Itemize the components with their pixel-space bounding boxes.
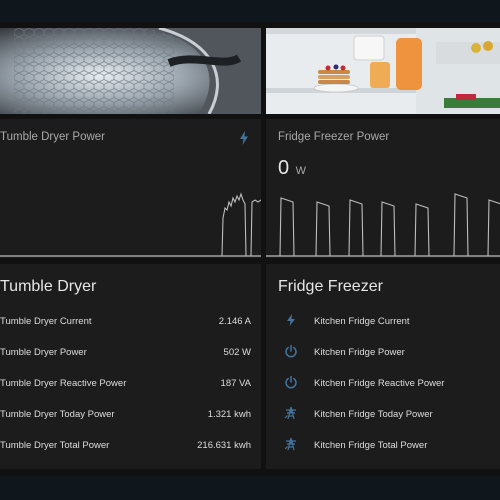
dryer-power-graph-card[interactable]: Tumble Dryer Power [0,119,261,258]
top-app-bar [0,0,500,22]
entity-row[interactable]: Kitchen Fridge Total Power [284,436,500,456]
entity-name: Tumble Dryer Reactive Power [0,378,127,389]
dryer-power-history-graph [0,192,261,257]
dryer-power-series [221,192,261,257]
entity-value: 216.631 kwh [197,440,251,451]
entity-row[interactable]: Kitchen Fridge Today Power [284,405,500,425]
entity-row[interactable]: Tumble Dryer Reactive Power 187 VA [0,374,251,394]
entity-row[interactable]: Kitchen Fridge Reactive Power [284,374,500,394]
entity-name: Tumble Dryer Power [0,347,87,358]
fridge-entities-card: Fridge Freezer Kitchen Fridge Current Ki… [266,264,500,469]
entity-value: 2.146 A [218,316,251,327]
dryer-drum-image [0,28,261,114]
transmission-tower-icon [284,406,296,420]
power-icon [285,344,297,358]
flash-icon [240,131,248,145]
entity-name: Tumble Dryer Current [0,316,92,327]
fridge-interior-image [266,28,500,114]
entity-name: Kitchen Fridge Today Power [314,409,433,420]
fridge-power-series [266,193,500,257]
entity-row[interactable]: Tumble Dryer Current 2.146 A [0,312,251,332]
card-title: Fridge Freezer Power [278,131,390,143]
card-title: Tumble Dryer [0,278,97,295]
power-icon [285,375,297,389]
entity-name: Kitchen Fridge Reactive Power [314,378,445,389]
entity-value: 502 W [223,347,251,358]
flash-icon [287,314,295,326]
entity-name: Kitchen Fridge Total Power [314,440,428,451]
entity-value: 187 VA [220,378,251,389]
entity-row[interactable]: Tumble Dryer Power 502 W [0,343,251,363]
entity-name: Kitchen Fridge Current [314,316,410,327]
transmission-tower-icon [284,437,296,451]
current-power-value: 0 W [278,157,306,180]
power-number: 0 [278,157,290,179]
fridge-power-graph-card[interactable]: Fridge Freezer Power 0 W [266,119,500,258]
bottom-bar [0,476,500,500]
fridge-picture-card[interactable] [266,28,500,114]
entity-row[interactable]: Kitchen Fridge Power [284,343,500,363]
power-unit: W [295,165,306,177]
dryer-picture-card[interactable] [0,28,261,114]
entity-row[interactable]: Tumble Dryer Total Power 216.631 kwh [0,436,251,456]
entity-row[interactable]: Tumble Dryer Today Power 1.321 kwh [0,405,251,425]
fridge-power-history-graph [266,193,500,257]
card-title: Fridge Freezer [278,278,383,295]
entity-row[interactable]: Kitchen Fridge Current [284,312,500,332]
card-title: Tumble Dryer Power [0,131,106,143]
entity-name: Tumble Dryer Total Power [0,440,110,451]
dryer-entities-card: Tumble Dryer Tumble Dryer Current 2.146 … [0,264,261,469]
entity-name: Tumble Dryer Today Power [0,409,115,420]
entity-name: Kitchen Fridge Power [314,347,405,358]
entity-value: 1.321 kwh [207,409,251,420]
